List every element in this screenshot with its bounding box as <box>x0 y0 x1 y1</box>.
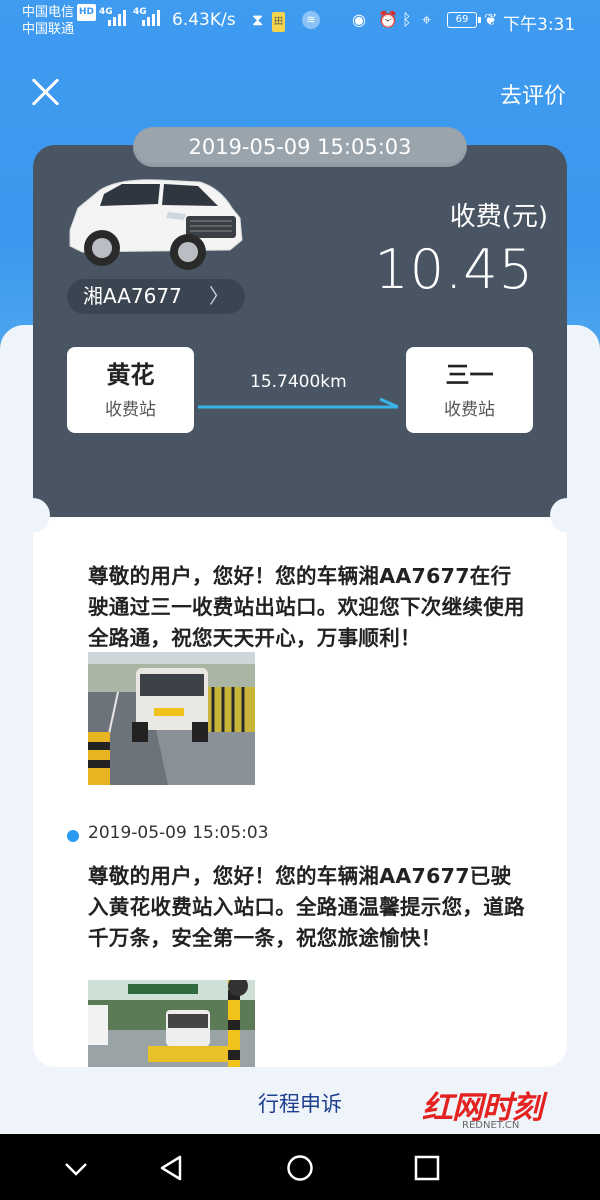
watermark-logo: 红网时刻 REDNET.CN <box>412 1082 572 1132</box>
status-time: 下午3:31 <box>503 15 576 35</box>
car-image <box>69 179 243 270</box>
hd-badge: HD <box>77 4 97 21</box>
exit-station: 三一 收费站 <box>406 347 533 433</box>
entry-station-name: 黄花 <box>106 361 155 389</box>
exit-station-sub: 收费站 <box>444 400 495 420</box>
network-speed: 6.43K/s <box>172 10 236 30</box>
carrier-info: 中国电信 HD 中国联通 <box>22 4 97 38</box>
eye-icon: ◉ <box>352 10 366 29</box>
review-button[interactable]: 去评价 <box>500 78 566 110</box>
alarm-icon: ⏰ <box>378 10 398 29</box>
card-notch-left <box>16 498 50 532</box>
watermark-site: REDNET.CN <box>462 1120 520 1131</box>
entry-station: 黄花 收费站 <box>67 347 194 433</box>
audio-icon: ≋ <box>302 11 320 29</box>
recents-icon[interactable] <box>411 1152 443 1184</box>
close-icon[interactable] <box>28 74 64 110</box>
chevron-down-icon[interactable] <box>60 1152 92 1184</box>
card-notch-right <box>550 498 584 532</box>
leaf-icon: ❦ <box>484 10 498 29</box>
status-bar: 中国电信 HD 中国联通 4G 4G 6.43K/s ⧗ 田 ≋ ◉ ⏰ ᛒ ⌖ … <box>0 0 600 44</box>
trip-datetime: 2019-05-09 15:05:03 <box>133 127 467 167</box>
trip-distance: 15.7400km <box>250 372 347 392</box>
exit-camera-photo[interactable] <box>88 652 255 785</box>
message-text-1: 尊敬的用户，您好！您的车辆湘AA7677在行驶通过三一收费站出站口。欢迎您下次继… <box>88 564 525 650</box>
plate-number: 湘AA7677 <box>83 284 182 308</box>
chevron-right-icon: 〉 <box>209 284 229 308</box>
hourglass-icon: ⧗ <box>252 10 264 29</box>
route-arrow-icon <box>198 397 399 409</box>
location-icon: ⌖ <box>422 10 432 29</box>
home-icon[interactable] <box>284 1152 316 1184</box>
message-text-2: 尊敬的用户，您好！您的车辆湘AA7677已驶入黄花收费站入站口。全路通温馨提示您… <box>88 864 525 950</box>
carrier-2: 中国联通 <box>22 22 75 37</box>
fee-label: 收费(元) <box>449 202 548 232</box>
carrier-1: 中国电信 <box>22 5 75 20</box>
message-time-2: 2019-05-09 15:05:03 <box>88 823 269 843</box>
exit-station-name: 三一 <box>445 361 494 389</box>
bluetooth-icon: ᛒ <box>402 10 412 29</box>
entry-camera-photo[interactable] <box>88 980 255 1067</box>
plate-button[interactable]: 湘AA7677 〉 <box>67 279 245 314</box>
system-nav-bar <box>0 1134 600 1200</box>
signal-icon <box>108 8 126 26</box>
timeline-dot <box>67 830 79 842</box>
signal-icon <box>142 8 160 26</box>
entry-station-sub: 收费站 <box>105 400 156 420</box>
battery-level: 69 <box>455 14 469 25</box>
back-icon[interactable] <box>156 1152 188 1184</box>
fee-amount: 10.45 <box>374 238 534 301</box>
message-panel: 尊敬的用户，您好！您的车辆湘AA7677在行驶通过三一收费站出站口。欢迎您下次继… <box>33 517 567 1067</box>
battery-icon: 69 <box>447 12 481 28</box>
app-notification-icon: 田 <box>272 12 286 32</box>
